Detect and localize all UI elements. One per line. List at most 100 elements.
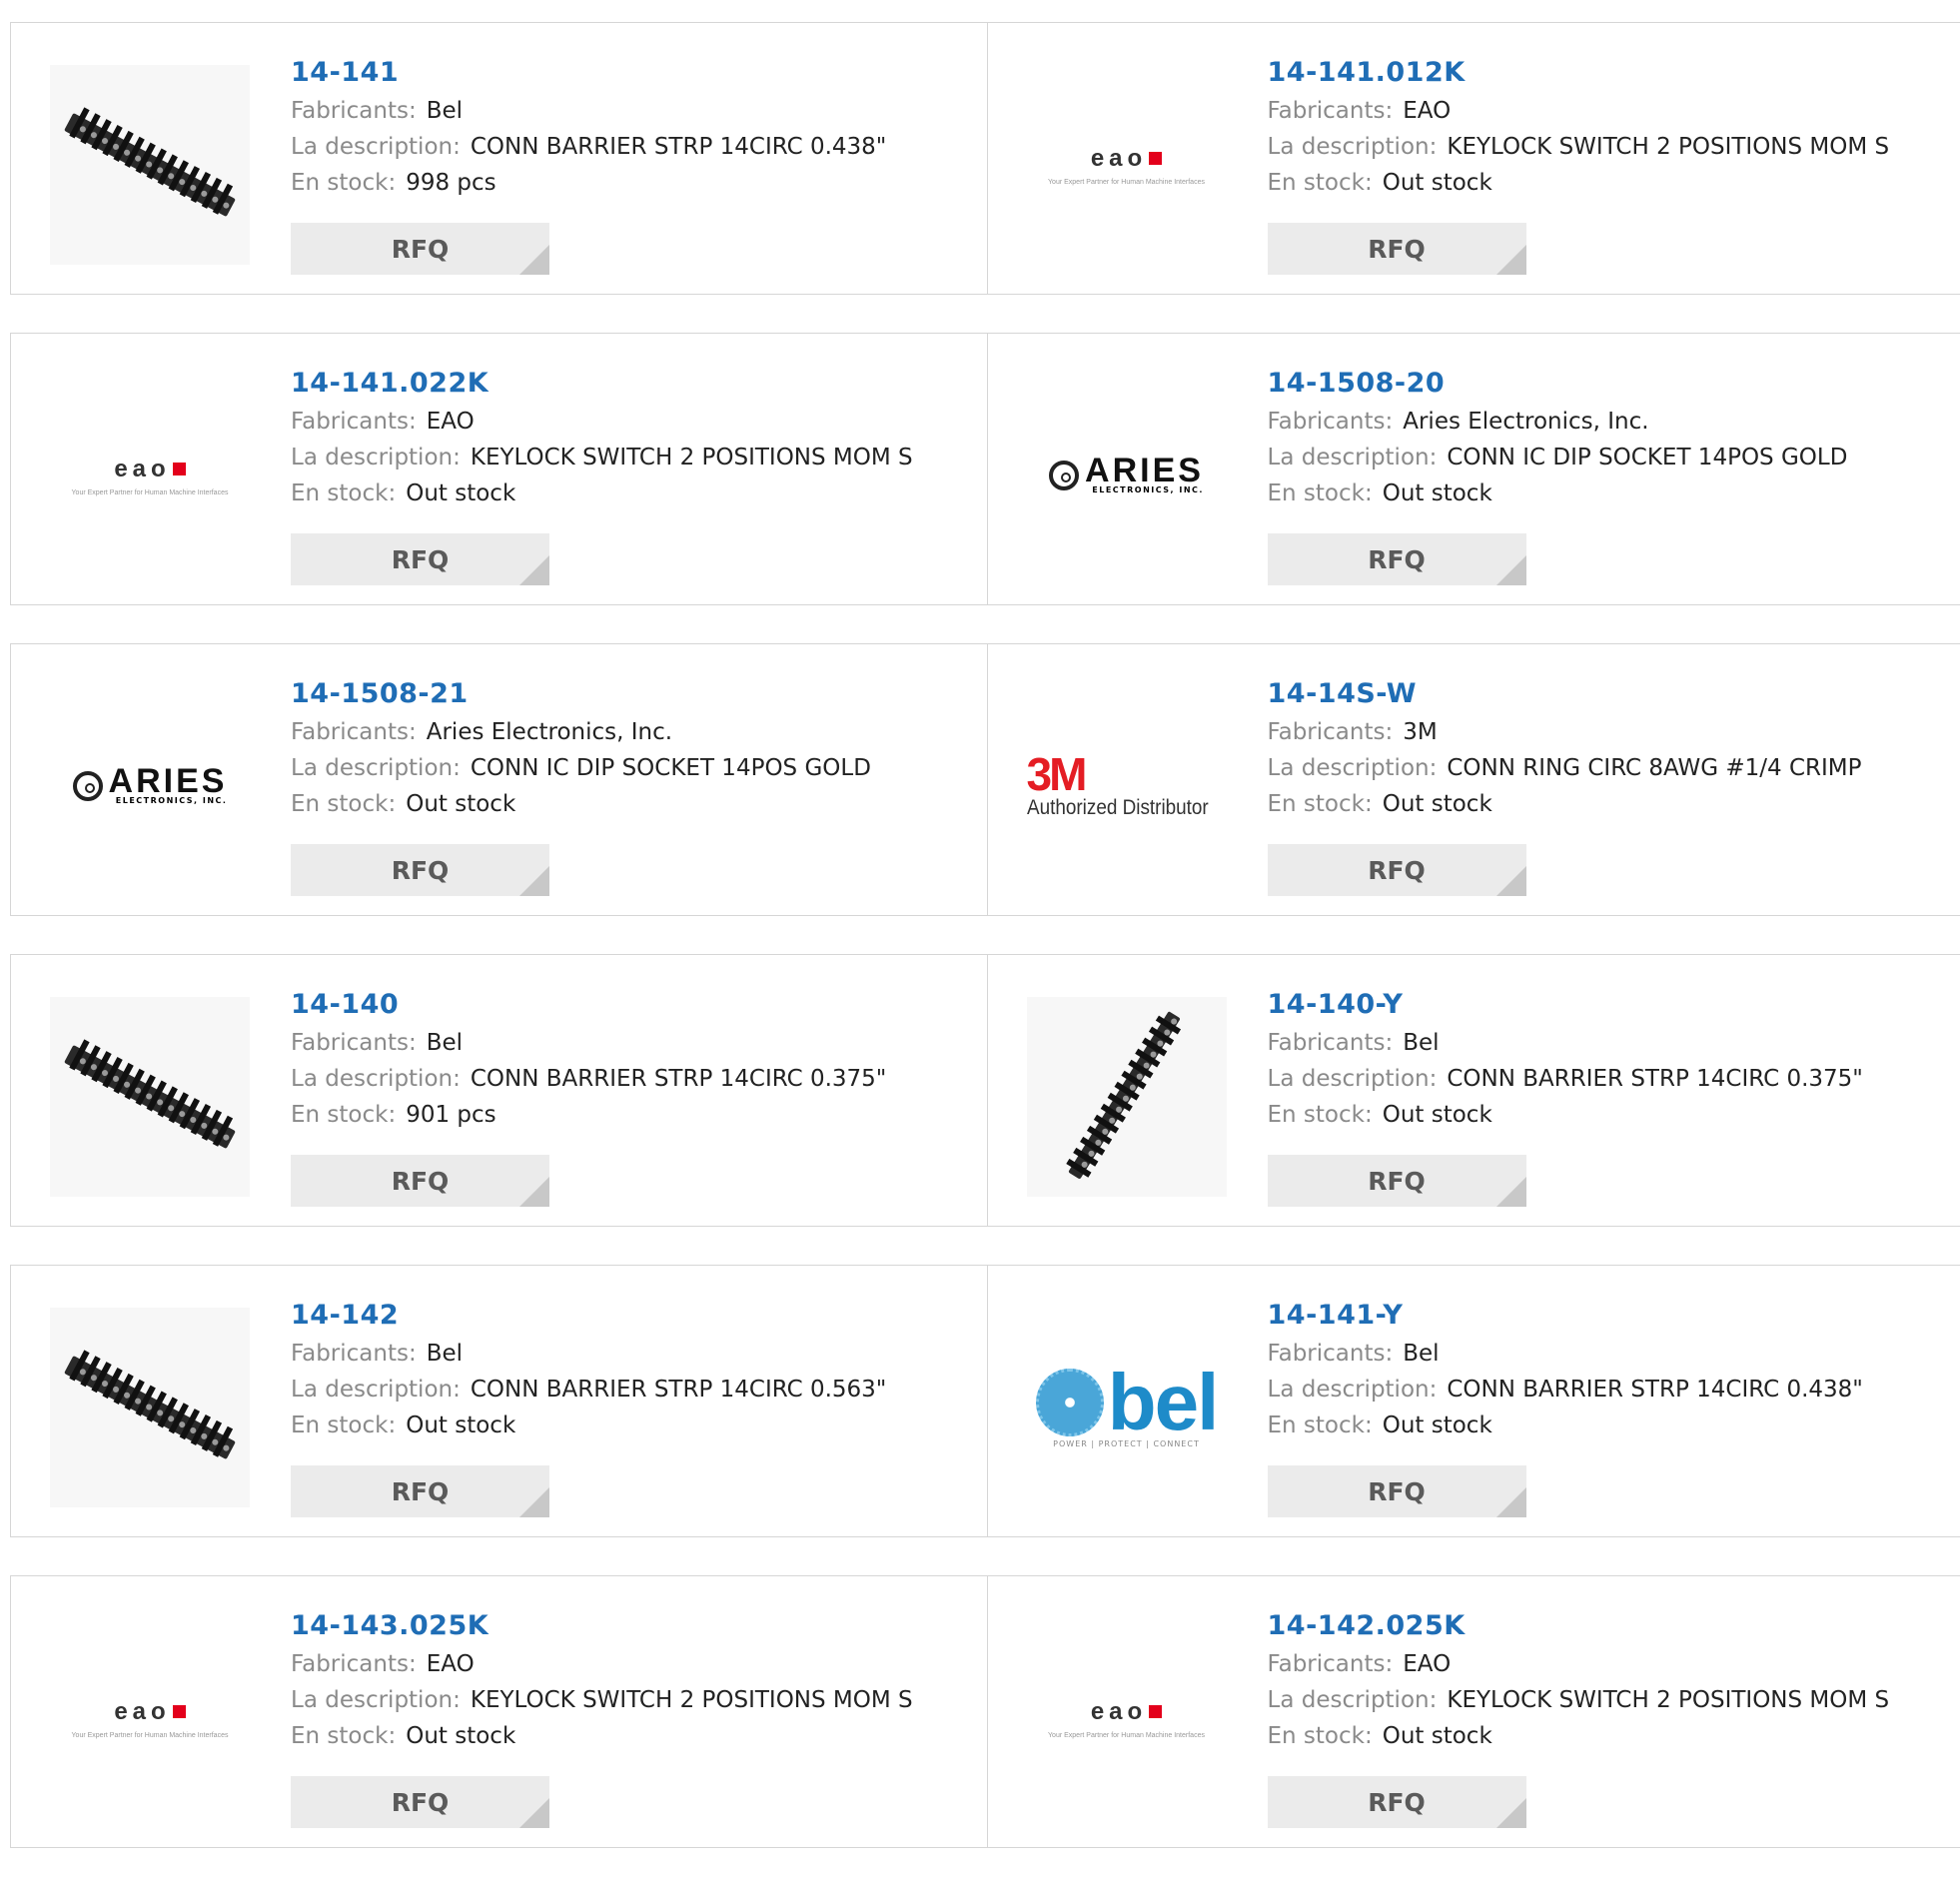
- rfq-button[interactable]: RFQ: [291, 1776, 549, 1828]
- product-info: 14-141 Fabricants:Bel La description:CON…: [291, 53, 886, 201]
- description-label: La description:: [291, 1066, 461, 1092]
- manufacturer-value: Aries Electronics, Inc.: [1403, 409, 1648, 435]
- eao-square-icon: [1149, 1705, 1162, 1718]
- part-number-link[interactable]: 14-141: [291, 53, 886, 93]
- description-value: CONN BARRIER STRP 14CIRC 0.375": [1447, 1066, 1863, 1092]
- stock-label: En stock:: [1268, 480, 1373, 506]
- corner-triangle-icon: [519, 1177, 549, 1207]
- rfq-button[interactable]: RFQ: [291, 1465, 549, 1517]
- eao-tagline: Your Expert Partner for Human Machine In…: [50, 489, 250, 496]
- rfq-button[interactable]: RFQ: [1268, 223, 1526, 275]
- bel-logo[interactable]: belPOWER | PROTECT | CONNECT: [1027, 1308, 1227, 1507]
- manufacturer-line: Fabricants:Bel: [291, 1025, 886, 1061]
- eao-tagline: Your Expert Partner for Human Machine In…: [1027, 1732, 1227, 1739]
- stock-line: En stock:Out stock: [1268, 786, 1862, 822]
- description-value: KEYLOCK SWITCH 2 POSITIONS MOM S: [1447, 134, 1889, 160]
- rfq-label: RFQ: [1268, 545, 1526, 574]
- manufacturer-label: Fabricants:: [1268, 1030, 1394, 1056]
- manufacturer-label: Fabricants:: [1268, 1651, 1394, 1677]
- part-number-link[interactable]: 14-14S-W: [1268, 674, 1862, 714]
- part-number-link[interactable]: 14-143.025K: [291, 1606, 913, 1646]
- part-number-link[interactable]: 14-140-Y: [1268, 985, 1863, 1025]
- barrier-strip-icon[interactable]: [50, 997, 250, 1197]
- rfq-button[interactable]: RFQ: [1268, 1155, 1526, 1207]
- corner-triangle-icon: [519, 866, 549, 896]
- aries-logo[interactable]: ARIESELECTRONICS, INC.: [50, 686, 250, 886]
- eao-logo[interactable]: eaoYour Expert Partner for Human Machine…: [50, 376, 250, 575]
- barrier-strip-icon[interactable]: [50, 1308, 250, 1507]
- manufacturer-label: Fabricants:: [1268, 409, 1394, 435]
- product-info: 14-142.025K Fabricants:EAO La descriptio…: [1268, 1606, 1890, 1754]
- eao-logo: eaoYour Expert Partner for Human Machine…: [1027, 145, 1227, 186]
- description-line: La description:CONN IC DIP SOCKET 14POS …: [291, 750, 871, 786]
- manufacturer-value: Bel: [427, 1341, 463, 1367]
- rfq-button[interactable]: RFQ: [291, 223, 549, 275]
- rfq-button[interactable]: RFQ: [1268, 844, 1526, 896]
- part-number-link[interactable]: 14-141.022K: [291, 364, 913, 404]
- eao-logo[interactable]: eaoYour Expert Partner for Human Machine…: [50, 1618, 250, 1818]
- stock-value: Out stock: [1383, 480, 1492, 506]
- product-card: 14-142 Fabricants:Bel La description:CON…: [11, 1266, 987, 1536]
- rfq-button[interactable]: RFQ: [1268, 1776, 1526, 1828]
- product-card: 14-141 Fabricants:Bel La description:CON…: [11, 23, 987, 294]
- aries-logo: ARIESELECTRONICS, INC.: [1027, 456, 1227, 495]
- stock-line: En stock:Out stock: [1268, 1097, 1863, 1133]
- manufacturer-line: Fabricants:Bel: [1268, 1025, 1863, 1061]
- manufacturer-line: Fabricants:EAO: [291, 404, 913, 440]
- manufacturer-line: Fabricants:Bel: [291, 93, 886, 129]
- product-card: 14-140-Y Fabricants:Bel La description:C…: [987, 955, 1960, 1226]
- rfq-button[interactable]: RFQ: [291, 1155, 549, 1207]
- rfq-button[interactable]: RFQ: [291, 533, 549, 585]
- barrier-strip-steep-icon[interactable]: [1027, 997, 1227, 1197]
- rfq-label: RFQ: [291, 545, 549, 574]
- part-number-link[interactable]: 14-140: [291, 985, 886, 1025]
- product-info: 14-1508-21 Fabricants:Aries Electronics,…: [291, 674, 871, 822]
- stock-line: En stock:998 pcs: [291, 165, 886, 201]
- eao-word: eao: [1091, 145, 1147, 172]
- part-number-link[interactable]: 14-1508-21: [291, 674, 871, 714]
- rfq-label: RFQ: [1268, 235, 1526, 264]
- rfq-label: RFQ: [291, 1788, 549, 1817]
- eao-logo[interactable]: eaoYour Expert Partner for Human Machine…: [1027, 65, 1227, 265]
- aries-word: ARIES: [1085, 456, 1204, 485]
- product-info: 14-142 Fabricants:Bel La description:CON…: [291, 1296, 886, 1443]
- barrier-strip-icon[interactable]: [50, 65, 250, 265]
- part-number-link[interactable]: 14-1508-20: [1268, 364, 1848, 404]
- description-label: La description:: [291, 445, 461, 471]
- stock-value: 998 pcs: [406, 170, 495, 196]
- description-line: La description:KEYLOCK SWITCH 2 POSITION…: [291, 440, 913, 475]
- rfq-button[interactable]: RFQ: [291, 844, 549, 896]
- eao-word: eao: [114, 1698, 170, 1725]
- description-line: La description:CONN RING CIRC 8AWG #1/4 …: [1268, 750, 1862, 786]
- stock-value: Out stock: [406, 1723, 515, 1749]
- manufacturer-value: Bel: [427, 1030, 463, 1056]
- part-number-link[interactable]: 14-141.012K: [1268, 53, 1890, 93]
- product-info: 14-14S-W Fabricants:3M La description:CO…: [1268, 674, 1862, 822]
- eao-logo[interactable]: eaoYour Expert Partner for Human Machine…: [1027, 1618, 1227, 1818]
- manufacturer-value: 3M: [1403, 719, 1437, 745]
- manufacturer-value: Bel: [1403, 1341, 1439, 1367]
- product-info: 14-140 Fabricants:Bel La description:CON…: [291, 985, 886, 1133]
- 3m-logo[interactable]: 3MAuthorized Distributor: [1027, 686, 1227, 886]
- corner-triangle-icon: [519, 555, 549, 585]
- aries-logo[interactable]: ARIESELECTRONICS, INC.: [1027, 376, 1227, 575]
- part-number-link[interactable]: 14-141-Y: [1268, 1296, 1863, 1336]
- bel-word: bel: [1108, 1368, 1218, 1437]
- part-number-link[interactable]: 14-142.025K: [1268, 1606, 1890, 1646]
- rfq-button[interactable]: RFQ: [1268, 533, 1526, 585]
- description-value: CONN BARRIER STRP 14CIRC 0.438": [1447, 1377, 1863, 1403]
- stock-label: En stock:: [291, 1102, 396, 1128]
- aries-ring-icon: [73, 771, 103, 801]
- rfq-button[interactable]: RFQ: [1268, 1465, 1526, 1517]
- description-label: La description:: [1268, 1377, 1438, 1403]
- eao-logo: eaoYour Expert Partner for Human Machine…: [50, 456, 250, 496]
- eao-logo: eaoYour Expert Partner for Human Machine…: [1027, 1698, 1227, 1739]
- aries-ring-icon: [1049, 461, 1079, 490]
- stock-line: En stock:Out stock: [1268, 1408, 1863, 1443]
- part-number-link[interactable]: 14-142: [291, 1296, 886, 1336]
- aries-sub: ELECTRONICS, INC.: [109, 796, 228, 806]
- description-value: CONN IC DIP SOCKET 14POS GOLD: [471, 755, 871, 781]
- rfq-label: RFQ: [1268, 1167, 1526, 1196]
- stock-line: En stock:901 pcs: [291, 1097, 886, 1133]
- rfq-label: RFQ: [1268, 1477, 1526, 1506]
